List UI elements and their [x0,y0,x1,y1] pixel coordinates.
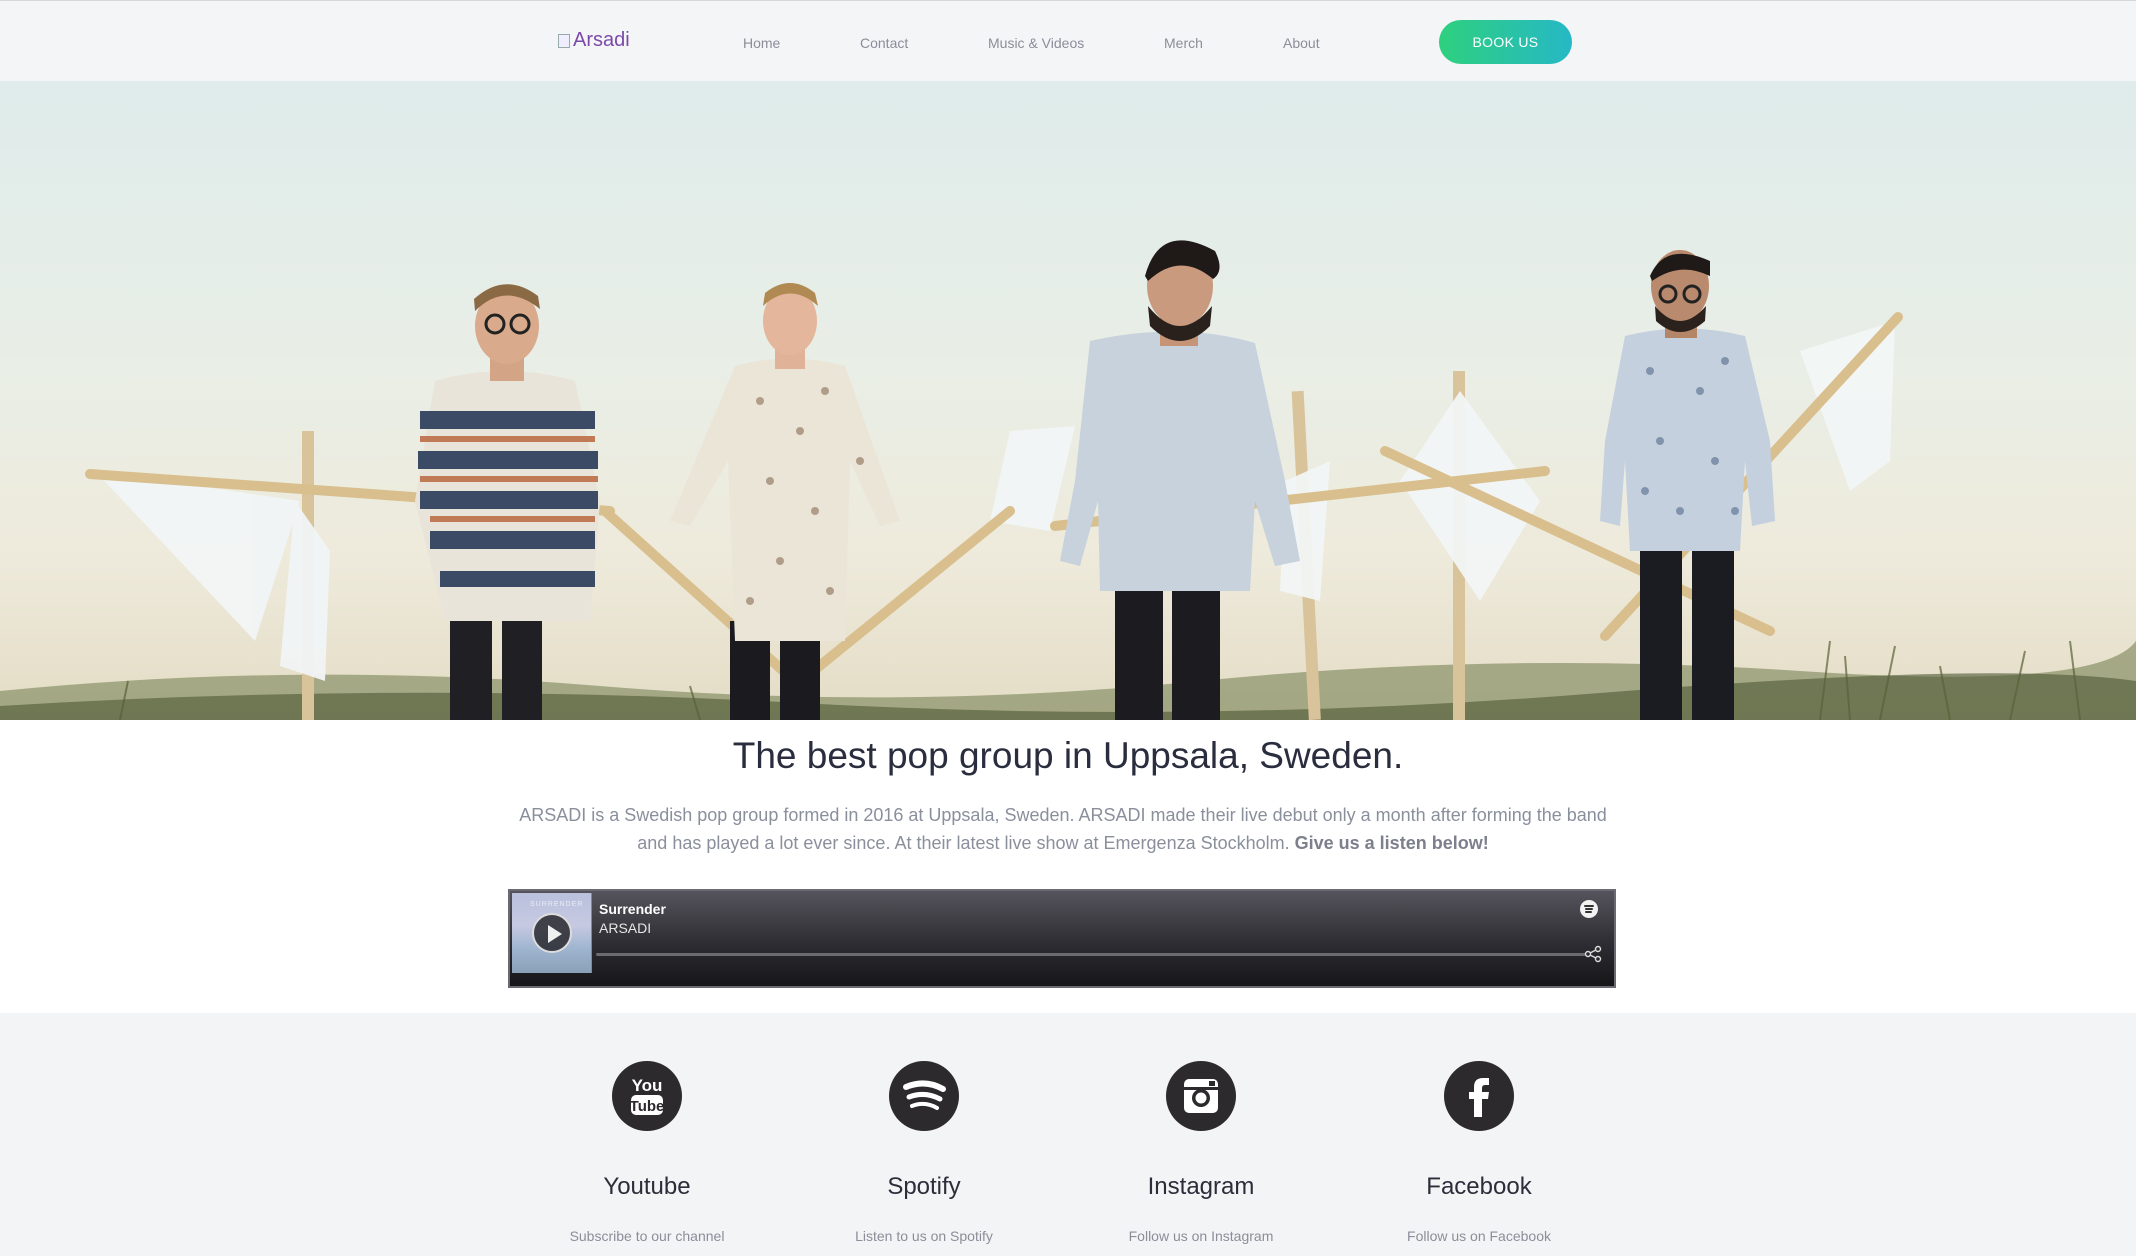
svg-text:Tube: Tube [630,1098,665,1115]
book-us-button[interactable]: BOOK US [1439,20,1572,64]
facebook-icon[interactable] [1444,1061,1514,1131]
logo-alt-text: Arsadi [573,29,630,51]
site-header: Arsadi Home Contact Music & Videos Merch… [0,0,2136,81]
social-name[interactable]: Instagram [1061,1173,1341,1201]
spotify-embed-player: SURRENDER Surrender ARSADI [508,889,1616,988]
social-name[interactable]: Spotify [784,1173,1064,1201]
social-name[interactable]: Facebook [1339,1173,1619,1201]
nav-about[interactable]: About [1283,35,1320,51]
youtube-icon[interactable]: You Tube [612,1061,682,1131]
band-photo-illustration [0,240,2136,720]
social-subtext[interactable]: Listen to us on Spotify [784,1228,1064,1244]
social-name[interactable]: Youtube [507,1173,787,1201]
social-subtext[interactable]: Subscribe to our channel [507,1228,787,1244]
intro-cta: Give us a listen below! [1294,833,1489,853]
track-title: Surrender [599,901,666,917]
instagram-icon[interactable] [1166,1061,1236,1131]
site-logo[interactable]: Arsadi [558,29,630,52]
share-icon[interactable] [1584,945,1602,963]
nav-contact[interactable]: Contact [860,35,908,51]
track-artist[interactable]: ARSADI [599,920,651,936]
social-subtext[interactable]: Follow us on Instagram [1061,1228,1341,1244]
nav-home[interactable]: Home [743,35,780,51]
social-links-section: You Tube Youtube Subscribe to our channe… [0,1013,2136,1256]
track-progress-bar[interactable] [596,953,1586,956]
intro-paragraph: ARSADI is a Swedish pop group formed in … [508,801,1618,857]
social-subtext[interactable]: Follow us on Facebook [1339,1228,1619,1244]
album-cover: SURRENDER [512,893,592,973]
spotify-icon[interactable] [1580,900,1598,918]
page-headline: The best pop group in Uppsala, Sweden. [732,735,1404,776]
spotify-icon[interactable] [889,1061,959,1131]
cover-title: SURRENDER [530,901,584,908]
play-icon[interactable] [532,913,572,953]
broken-image-icon [558,33,570,48]
nav-merch[interactable]: Merch [1164,35,1203,51]
nav-music-videos[interactable]: Music & Videos [988,35,1084,51]
hero-band-photo [0,81,2136,720]
svg-text:You: You [632,1076,663,1095]
